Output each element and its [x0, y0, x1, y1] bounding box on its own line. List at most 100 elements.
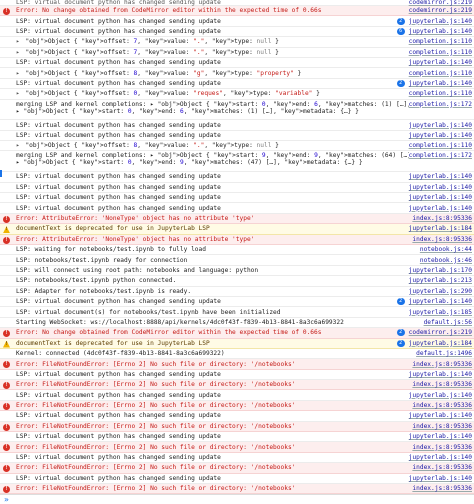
log-message-line: merging LSP and kernel completions: ▸ "o…: [16, 152, 409, 160]
log-row: ▸ "obj">Object { "key">offset: 8, "key">…: [0, 68, 474, 79]
repeat-count-badge: 2: [396, 339, 405, 347]
console-input-prompt[interactable]: »: [0, 494, 474, 504]
source-link[interactable]: jupyterlab.js:140: [409, 371, 472, 378]
log-row: merging LSP and kernel completions: ▸ "o…: [0, 151, 474, 173]
log-message: merging LSP and kernel completions: ▸ "o…: [16, 101, 409, 115]
object-preview[interactable]: "obj">Object { "key">offset: 7, "key">va…: [25, 49, 278, 56]
log-message: LSP: virtual document python has changed…: [16, 298, 221, 306]
log-row: LSP: waiting for notebooks/test.ipynb to…: [0, 245, 474, 256]
error-log-row: ! Error: FileNotFoundError: [Errno 2] No …: [0, 442, 474, 453]
error-icon: !: [3, 465, 10, 473]
source-link[interactable]: jupyterlab.js:140: [409, 412, 472, 419]
error-log-row: ! Error: FileNotFoundError: [Errno 2] No …: [0, 400, 474, 412]
log-message: ▸ "obj">Object { "key">offset: 8, "key">…: [16, 70, 409, 77]
source-link[interactable]: jupyterlab.js:140: [409, 392, 472, 399]
source-link[interactable]: completion.js:172: [409, 152, 472, 159]
log-message: ▸ "obj">Object { "key">offset: 8, "key">…: [16, 142, 409, 149]
log-message: LSP: virtual document python has changed…: [16, 79, 221, 87]
source-link[interactable]: completion.js:110: [409, 90, 472, 97]
log-message: Kernel: connected (4dc0f43f-f839-4b13-88…: [16, 350, 225, 358]
source-link[interactable]: jupyterlab.js:170: [409, 267, 472, 274]
log-message: LSP: virtual document python has changed…: [16, 121, 221, 129]
object-preview[interactable]: "obj">Object { "key">offset: 8, "key">va…: [25, 142, 278, 149]
source-link[interactable]: notebook.js:46: [420, 257, 472, 264]
log-message: LSP: virtual document python has changed…: [16, 59, 221, 67]
source-link[interactable]: jupyterlab.js:140: [409, 80, 472, 87]
object-preview[interactable]: ▸ "obj">Object { "key">start: 0, "key">e…: [16, 108, 409, 115]
log-row: merging LSP and kernel completions: ▸ "o…: [0, 100, 474, 121]
error-log-row: ! Error: FileNotFoundError: [Errno 2] No …: [0, 484, 474, 494]
log-message: LSP: notebooks/test.ipynb python connect…: [16, 277, 177, 285]
source-link[interactable]: jupyterlab.js:140: [409, 132, 472, 139]
source-link[interactable]: completion.js:110: [409, 142, 472, 149]
log-message: documentText is deprecated for use in Ju…: [16, 339, 210, 347]
source-link[interactable]: completion.js:110: [409, 49, 472, 56]
source-link[interactable]: index.js:8:95336: [412, 444, 472, 451]
source-link[interactable]: completion.js:110: [409, 70, 472, 77]
log-message: LSP: virtual document python has changed…: [16, 412, 221, 420]
source-link[interactable]: index.js:8:95336: [412, 485, 472, 492]
source-link[interactable]: jupyterlab.js:140: [409, 18, 472, 25]
log-row: LSP: virtual document python has changed…: [0, 370, 474, 381]
object-preview[interactable]: "obj">Object { "key">offset: 0, "key">va…: [25, 90, 319, 97]
source-link[interactable]: jupyterlab.js:140: [409, 184, 472, 191]
source-link[interactable]: jupyterlab.js:140: [409, 475, 472, 482]
log-message: LSP: virtual document python has changed…: [16, 433, 221, 441]
source-link[interactable]: codemirror.js:219: [409, 329, 472, 336]
error-icon: !: [3, 402, 10, 410]
expand-caret-icon[interactable]: ▸: [16, 70, 23, 77]
error-icon: !: [3, 382, 10, 390]
error-icon: !: [3, 486, 10, 493]
source-link[interactable]: index.js:8:95336: [412, 423, 472, 430]
source-link[interactable]: index.js:8:95336: [412, 381, 472, 388]
source-link[interactable]: index.js:8:95336: [412, 361, 472, 368]
source-link[interactable]: jupyterlab.js:140: [409, 173, 472, 180]
log-row: LSP: virtual document python has changed…: [0, 27, 474, 38]
source-link[interactable]: index.js:8:95336: [412, 215, 472, 222]
expand-caret-icon[interactable]: ▸: [16, 90, 23, 97]
source-link[interactable]: jupyterlab.js:184: [409, 340, 472, 347]
source-link[interactable]: jupyterlab.js:140: [409, 298, 472, 305]
error-log-row: ! Error: FileNotFoundError: [Errno 2] No …: [0, 421, 474, 433]
source-link[interactable]: index.js:8:95336: [412, 464, 472, 471]
source-link[interactable]: jupyterlab.js:290: [409, 288, 472, 295]
source-link[interactable]: jupyterlab.js:140: [409, 205, 472, 212]
log-row: LSP: notebooks/test.ipynb ready for conn…: [0, 255, 474, 266]
expand-caret-icon[interactable]: ▸: [16, 142, 23, 149]
source-link[interactable]: default.js:1496: [416, 350, 472, 357]
log-message: Error: AttributeError: 'NoneType' object…: [16, 215, 255, 223]
source-link[interactable]: jupyterlab.js:184: [409, 225, 472, 232]
source-link[interactable]: default.js:56: [424, 319, 472, 326]
source-link[interactable]: jupyterlab.js:213: [409, 277, 472, 284]
error-icon: !: [3, 444, 10, 452]
source-link[interactable]: notebook.js:44: [420, 246, 472, 253]
log-row: ▸ "obj">Object { "key">offset: 8, "key">…: [0, 141, 474, 152]
object-preview[interactable]: "obj">Object { "key">offset: 7, "key">va…: [25, 38, 278, 45]
log-message: ▸ "obj">Object { "key">offset: 7, "key">…: [16, 49, 409, 56]
source-link[interactable]: jupyterlab.js:140: [409, 454, 472, 461]
source-link[interactable]: codemirror.js:219: [409, 7, 472, 14]
log-message: LSP: virtual document python has changed…: [16, 370, 221, 378]
source-link[interactable]: jupyterlab.js:140: [409, 28, 472, 35]
object-preview[interactable]: ▸ "obj">Object { "key">start: 0, "key">e…: [16, 159, 409, 166]
log-message: Error: FileNotFoundError: [Errno 2] No s…: [16, 402, 296, 410]
repeat-count-badge: 2: [396, 17, 405, 25]
source-link[interactable]: jupyterlab.js:140: [409, 59, 472, 66]
source-link[interactable]: jupyterlab.js:140: [409, 194, 472, 201]
source-link[interactable]: jupyterlab.js:140: [409, 433, 472, 440]
error-log-row: ! Error: FileNotFoundError: [Errno 2] No …: [0, 463, 474, 474]
source-link[interactable]: index.js:8:95336: [412, 402, 472, 409]
repeat-count-badge: 2: [396, 298, 405, 306]
source-link[interactable]: completion.js:110: [409, 38, 472, 45]
source-link[interactable]: jupyterlab.js:185: [409, 309, 472, 316]
object-preview[interactable]: "obj">Object { "key">offset: 8, "key">va…: [25, 70, 301, 77]
expand-caret-icon[interactable]: ▸: [16, 49, 23, 56]
source-link[interactable]: jupyterlab.js:140: [409, 122, 472, 129]
log-row: LSP: will connect using root path: noteb…: [0, 266, 474, 277]
log-message: LSP: virtual document python has changed…: [16, 131, 221, 139]
expand-caret-icon[interactable]: ▸: [16, 38, 23, 45]
source-link[interactable]: index.js:8:95336: [412, 236, 472, 243]
log-row: LSP: virtual document python has changed…: [0, 390, 474, 401]
log-message: LSP: virtual document python has changed…: [16, 391, 221, 399]
source-link[interactable]: completion.js:172: [409, 101, 472, 108]
